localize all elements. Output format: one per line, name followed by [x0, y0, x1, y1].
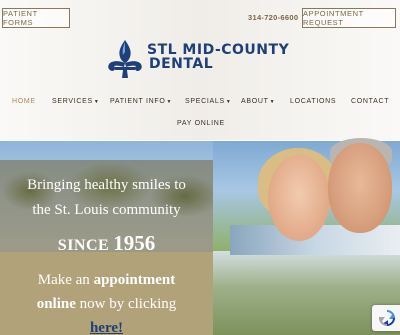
woman-face [268, 155, 330, 241]
cta-bold-online: online [36, 296, 76, 312]
nav-label: ABOUT [241, 98, 269, 105]
logo-line-2: Dental [149, 56, 214, 72]
logo-line-1: STL Mid-County [147, 42, 290, 58]
fleur-de-lis-icon [108, 40, 142, 78]
chevron-down-icon: ▼ [166, 99, 173, 105]
hero-cta: Make an appointment online now by clicki… [0, 268, 213, 335]
nav-label: LOCATIONS [290, 98, 337, 105]
nav-locations[interactable]: LOCATIONS [290, 98, 336, 105]
nav-about[interactable]: ABOUT▼ [241, 98, 275, 105]
chevron-down-icon: ▼ [269, 99, 276, 105]
cta-suffix: now by clicking [75, 296, 177, 312]
main-nav: HOME SERVICES▼ PATIENT INFO▼ SPECIALS▼ A… [0, 98, 400, 110]
man-face [328, 143, 392, 233]
recaptcha-badge[interactable] [372, 305, 400, 331]
site-header: PATIENT FORMS 314-720-6600 APPOINTMENT R… [0, 0, 400, 140]
recaptcha-icon [378, 310, 396, 327]
phone-number[interactable]: 314-720-6600 [248, 13, 298, 22]
hero-tagline: Bringing healthy smiles to the St. Louis… [0, 173, 213, 223]
cta-prefix: Make an [37, 272, 94, 288]
nav-label: SERVICES [52, 98, 93, 105]
cta-bold-appointment: appointment [93, 272, 176, 288]
nav-label: HOME [12, 98, 36, 105]
nav-specials[interactable]: SPECIALS▼ [185, 98, 232, 105]
chevron-down-icon: ▼ [225, 99, 232, 105]
logo-wordmark: STL Mid-County Dental [147, 43, 289, 71]
nav-contact[interactable]: CONTACT [351, 98, 389, 105]
patient-forms-button[interactable]: PATIENT FORMS [2, 8, 70, 28]
nav-label: SPECIALS [185, 98, 225, 105]
nav-services[interactable]: SERVICES▼ [52, 98, 100, 105]
tagline-line-2: the St. Louis community [32, 202, 181, 218]
nav-label: PATIENT INFO [110, 98, 166, 105]
nav-home[interactable]: HOME [12, 98, 36, 105]
nav-pay-online[interactable]: PAY ONLINE [177, 120, 225, 127]
appointment-request-button[interactable]: APPOINTMENT REQUEST [302, 8, 396, 28]
chevron-down-icon: ▼ [93, 99, 100, 105]
nav-patient-info[interactable]: PATIENT INFO▼ [110, 98, 172, 105]
tagline-line-1: Bringing healthy smiles to [27, 177, 186, 193]
site-logo[interactable]: STL Mid-County Dental [103, 38, 303, 80]
cta-here-link[interactable]: here! [90, 320, 123, 335]
nav-label: CONTACT [351, 98, 390, 105]
